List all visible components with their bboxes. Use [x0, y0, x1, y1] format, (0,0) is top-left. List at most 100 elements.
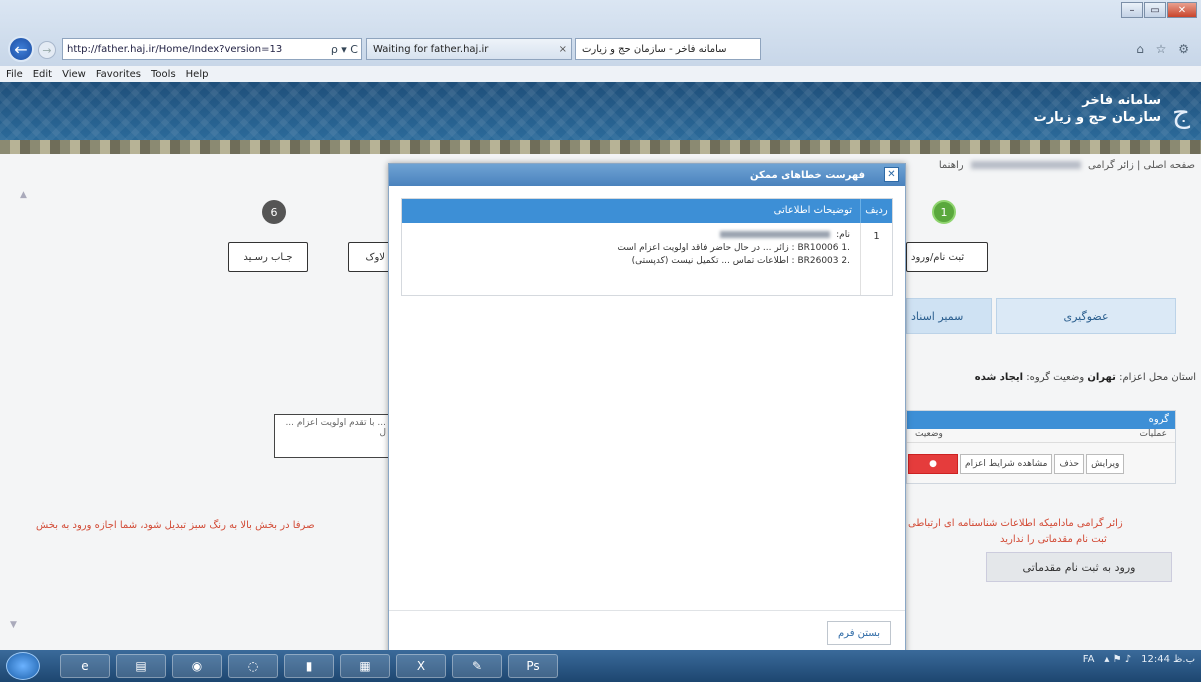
breadcrumb-home[interactable]: صفحه اصلی [1144, 160, 1195, 171]
group-actions: ● مشاهده شرایط اعزام حذف ویرایش [908, 454, 1126, 474]
error-text: : زائر ... در حال حاضر فاقد اولویت اعزام… [617, 243, 795, 253]
blurred-name [720, 231, 831, 238]
error-code: BR26003 [797, 256, 839, 266]
group-info: استان محل اعزام: تهران وضعیت گروه: ایجاد… [906, 372, 1196, 383]
errors-table: توضیحات اطلاعاتی ردیف نام: .1 BR10006 : … [401, 198, 893, 296]
error-text: : اطلاعات تماس ... تکمیل نیست (کدپستی) [631, 256, 795, 266]
browser-chrome: – ▭ ✕ ← → http://father.haj.ir/Home/Inde… [0, 0, 1201, 68]
errors-table-header: توضیحات اطلاعاتی ردیف [402, 199, 892, 223]
breadcrumb-user-prefix: زائر گرامی [1087, 160, 1134, 171]
taskbar: e ▤ ◉ ◌ ▮ ▦ X ✎ Ps FA ▴ ⚑ ♪ 12:44 ب.ظ [0, 650, 1201, 682]
group-table-header: گروه [907, 411, 1175, 429]
step-partial-button[interactable]: لاوک [348, 242, 390, 272]
taskbar-excel-icon[interactable]: X [396, 654, 446, 678]
taskbar-explorer-icon[interactable]: ▤ [116, 654, 166, 678]
tab-label: Waiting for father.haj.ir [373, 43, 489, 55]
menu-help[interactable]: Help [186, 69, 209, 80]
back-button[interactable]: ← [8, 36, 34, 62]
modal-close-button[interactable]: ✕ [884, 167, 899, 182]
col-status: وضعیت [915, 429, 943, 439]
modal-title: فهرست خطاهای ممکن [749, 169, 865, 181]
banner-pattern-strip [0, 140, 1201, 154]
taskbar-paint-icon[interactable]: ✎ [452, 654, 502, 678]
clock[interactable]: 12:44 ب.ظ [1141, 654, 1195, 665]
menu-view[interactable]: View [62, 69, 86, 80]
language-indicator[interactable]: FA [1083, 654, 1095, 665]
site-title-line2: سازمان حج و زیارت [1033, 110, 1161, 125]
status-badge: ● [908, 454, 958, 474]
start-button[interactable] [6, 652, 40, 680]
priority-note-box: ... با تقدم اولویت اعزام ... ل [274, 414, 390, 458]
taskbar-app-icon[interactable]: ▮ [284, 654, 334, 678]
menu-tools[interactable]: Tools [151, 69, 176, 80]
window-controls: – ▭ ✕ [1120, 2, 1197, 18]
error-number: .1 [841, 243, 850, 253]
description-cell: نام: .1 BR10006 : زائر ... در حال حاضر ف… [402, 223, 860, 295]
tab-documents[interactable]: سمیر اسناد [906, 298, 992, 334]
view-conditions-button[interactable]: مشاهده شرایط اعزام [960, 454, 1053, 474]
error-code: BR10006 [797, 243, 839, 253]
browser-tab-active[interactable]: سامانه فاخر - سازمان حج و زیارت [575, 38, 761, 60]
warning-text-right-1: زائر گرامی مادامیکه اطلاعات شناسنامه ای … [908, 518, 1123, 529]
province-value: تهران [1087, 372, 1116, 383]
status-value: ایجاد شده [974, 372, 1024, 383]
system-tray: FA ▴ ⚑ ♪ 12:44 ب.ظ [1083, 654, 1195, 665]
col-row: ردیف [860, 199, 892, 223]
home-star-gear-icons[interactable]: ⌂ ☆ ⚙ [1136, 42, 1193, 56]
close-form-button[interactable]: بستن فرم [827, 621, 891, 645]
site-banner [0, 82, 1201, 140]
browser-tab-loading[interactable]: Waiting for father.haj.ir × [366, 38, 572, 60]
name-line: نام: [402, 229, 850, 242]
tab-label: سامانه فاخر - سازمان حج و زیارت [582, 43, 727, 55]
tab-close-icon[interactable]: × [559, 44, 567, 55]
col-description: توضیحات اطلاعاتی [773, 205, 852, 216]
register-login-button[interactable]: ثبت نام/ورود [906, 242, 988, 272]
taskbar-app-icon[interactable]: ◌ [228, 654, 278, 678]
province-label: استان محل اعزام: [1119, 372, 1196, 383]
taskbar-photoshop-icon[interactable]: Ps [508, 654, 558, 678]
print-receipt-button[interactable]: جـاب رسـید [228, 242, 308, 272]
taskbar-ie-icon[interactable]: e [60, 654, 110, 678]
site-logo-icon: ج [1171, 95, 1191, 129]
site-title-line1: سامانه فاخر [1082, 93, 1161, 108]
minimize-button[interactable]: – [1121, 2, 1143, 18]
address-url: http://father.haj.ir/Home/Index?version=… [67, 43, 283, 55]
menu-favorites[interactable]: Favorites [96, 69, 141, 80]
taskbar-chrome-icon[interactable]: ◉ [172, 654, 222, 678]
status-label: وضعیت گروه: [1026, 372, 1085, 383]
breadcrumb: صفحه اصلی | زائر گرامی راهنما [938, 160, 1195, 171]
tray-icons[interactable]: ▴ ⚑ ♪ [1104, 654, 1131, 665]
step-6-indicator: 6 [262, 200, 286, 224]
address-tools[interactable]: ρ ▾ C [331, 43, 358, 56]
menu-edit[interactable]: Edit [33, 69, 52, 80]
pre-registration-button[interactable]: ورود به ثبت نام مقدماتی [986, 552, 1172, 582]
error-number: .2 [841, 256, 850, 266]
menu-bar: File Edit View Favorites Tools Help [0, 66, 1201, 82]
blurred-username [970, 161, 1081, 169]
group-table-columns: وضعیت عملیات [907, 429, 1175, 443]
maximize-button[interactable]: ▭ [1144, 2, 1166, 18]
site-title: سامانه فاخر سازمان حج و زیارت [1034, 92, 1161, 126]
menu-file[interactable]: File [6, 69, 23, 80]
error-line-2: .2 BR26003 : اطلاعات تماس ... تکمیل نیست… [402, 255, 850, 268]
scroll-down-icon[interactable]: ▼ [10, 620, 17, 630]
errors-modal: فهرست خطاهای ممکن ✕ توضیحات اطلاعاتی ردی… [388, 163, 906, 657]
delete-button[interactable]: حذف [1054, 454, 1085, 474]
table-row: نام: .1 BR10006 : زائر ... در حال حاضر ف… [402, 223, 892, 295]
row-number-cell: 1 [860, 223, 892, 295]
modal-header: فهرست خطاهای ممکن ✕ [389, 164, 905, 186]
taskbar-app-icon[interactable]: ▦ [340, 654, 390, 678]
warning-text-left: صرفا در بخش بالا به رنگ سبز تبدیل شود، ش… [36, 520, 315, 531]
close-window-button[interactable]: ✕ [1167, 2, 1197, 18]
forward-arrow-icon: → [42, 43, 52, 57]
step-1-indicator: 1 [932, 200, 956, 224]
col-actions: عملیات [1139, 429, 1167, 439]
edit-button[interactable]: ویرایش [1086, 454, 1125, 474]
scroll-up-icon[interactable]: ▲ [20, 190, 27, 200]
address-bar[interactable]: http://father.haj.ir/Home/Index?version=… [62, 38, 362, 60]
forward-button[interactable]: → [38, 41, 56, 59]
tab-membership[interactable]: عضوگیری [996, 298, 1176, 334]
breadcrumb-suffix[interactable]: راهنما [939, 160, 964, 171]
back-arrow-icon: ← [14, 39, 28, 59]
error-line-1: .1 BR10006 : زائر ... در حال حاضر فاقد ا… [402, 242, 850, 255]
